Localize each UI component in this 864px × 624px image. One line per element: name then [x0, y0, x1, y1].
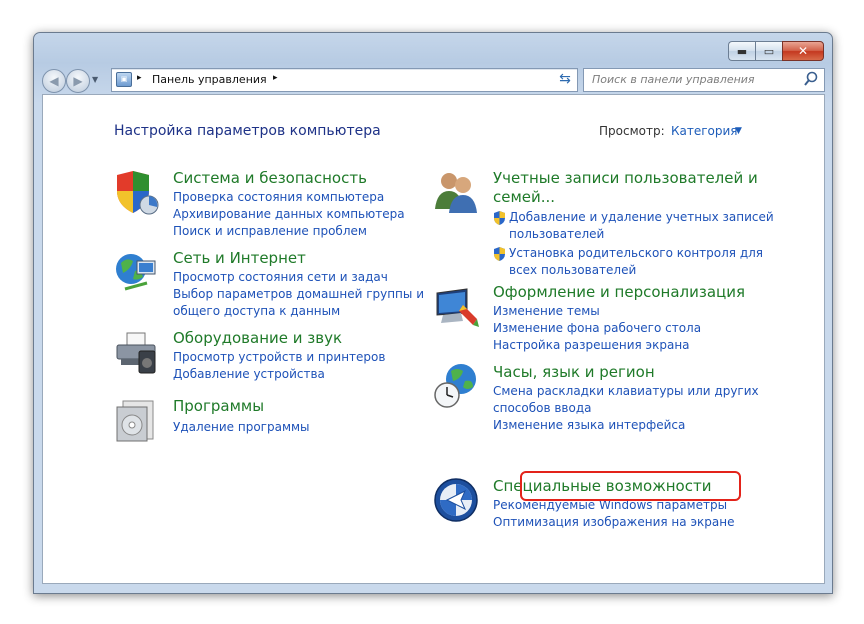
- accessibility-icon[interactable]: [433, 477, 479, 523]
- shield-icon[interactable]: [113, 169, 159, 215]
- category-title-line[interactable]: Учетные записи пользователей и: [493, 169, 758, 187]
- back-arrow-icon: ◀: [49, 74, 59, 88]
- programs-icon[interactable]: [113, 397, 159, 443]
- link-homegroup[interactable]: Выбор параметров домашней группы и: [173, 286, 424, 303]
- search-box[interactable]: Поиск в панели управления: [583, 68, 825, 92]
- address-bar[interactable]: ▣ ▸ Панель управления ▸ ▼: [111, 68, 622, 92]
- control-panel-window: ▬ ▭ ✕ ◀ ▶ ▼ ▣ ▸ Панель управления ▸ ▼ ⇆ …: [33, 32, 833, 594]
- link-screen-resolution[interactable]: Настройка разрешения экрана: [493, 337, 701, 354]
- close-button[interactable]: ✕: [782, 41, 824, 61]
- chevron-down-icon[interactable]: ▼: [735, 126, 742, 136]
- category-title[interactable]: Учетные записи пользователей и семей...: [493, 169, 758, 206]
- maximize-button[interactable]: ▭: [755, 41, 782, 61]
- category-title[interactable]: Оформление и персонализация: [493, 283, 745, 301]
- category-title[interactable]: Оборудование и звук: [173, 329, 342, 347]
- back-button[interactable]: ◀: [42, 69, 66, 93]
- recent-pages-dropdown[interactable]: ▼: [92, 75, 98, 84]
- uac-shield-icon: [494, 247, 505, 261]
- uac-shield-icon: [494, 211, 505, 225]
- category-title-line[interactable]: семей...: [493, 188, 758, 206]
- link-network-status[interactable]: Просмотр состояния сети и задач: [173, 269, 424, 286]
- link-change-background[interactable]: Изменение фона рабочего стола: [493, 320, 701, 337]
- clock-globe-icon[interactable]: [433, 363, 479, 409]
- breadcrumb-separator[interactable]: ▸: [137, 73, 142, 83]
- link-troubleshoot[interactable]: Поиск и исправление проблем: [173, 223, 405, 240]
- link-backup[interactable]: Архивирование данных компьютера: [173, 206, 405, 223]
- display-icon[interactable]: [433, 283, 479, 329]
- link-text[interactable]: всех пользователей: [509, 262, 774, 279]
- category-title[interactable]: Часы, язык и регион: [493, 363, 655, 381]
- link-devices-printers[interactable]: Просмотр устройств и принтеров: [173, 349, 385, 366]
- printer-icon[interactable]: [113, 329, 159, 375]
- link-keyboard-layout[interactable]: Смена раскладки клавиатуры или других: [493, 383, 759, 400]
- breadcrumb-control-panel[interactable]: Панель управления: [152, 73, 267, 86]
- link-optimize-display[interactable]: Оптимизация изображения на экране: [493, 514, 734, 531]
- search-input[interactable]: Поиск в панели управления: [592, 73, 755, 86]
- link-text[interactable]: Добавление и удаление учетных записей: [509, 209, 774, 226]
- view-mode-dropdown[interactable]: Категория: [671, 124, 738, 138]
- link-add-device[interactable]: Добавление устройства: [173, 366, 385, 383]
- link-add-remove-accounts[interactable]: Добавление и удаление учетных записей по…: [493, 209, 774, 243]
- control-panel-icon: ▣: [116, 72, 132, 87]
- highlight-annotation: [520, 471, 741, 501]
- refresh-button[interactable]: ⇆: [554, 69, 576, 89]
- users-icon[interactable]: [433, 169, 479, 215]
- link-parental-control[interactable]: Установка родительского контроля для все…: [493, 245, 774, 279]
- link-check-status[interactable]: Проверка состояния компьютера: [173, 189, 405, 206]
- link-homegroup-cont[interactable]: общего доступа к данным: [173, 303, 424, 320]
- forward-button[interactable]: ▶: [66, 69, 90, 93]
- breadcrumb-separator[interactable]: ▸: [273, 73, 278, 83]
- link-text[interactable]: пользователей: [509, 226, 774, 243]
- link-text[interactable]: Установка родительского контроля для: [509, 245, 774, 262]
- category-title[interactable]: Сеть и Интернет: [173, 249, 306, 267]
- search-icon[interactable]: [802, 70, 820, 88]
- minimize-button[interactable]: ▬: [728, 41, 755, 61]
- link-uninstall-program[interactable]: Удаление программы: [173, 419, 310, 436]
- content-pane: Настройка параметров компьютера Просмотр…: [42, 94, 825, 584]
- link-change-theme[interactable]: Изменение темы: [493, 303, 701, 320]
- category-title[interactable]: Система и безопасность: [173, 169, 367, 187]
- page-title: Настройка параметров компьютера: [114, 123, 381, 139]
- caption-buttons: ▬ ▭ ✕: [728, 41, 824, 61]
- view-label: Просмотр:: [599, 124, 665, 138]
- link-keyboard-layout-cont[interactable]: способов ввода: [493, 400, 759, 417]
- refresh-icon: ⇆: [559, 71, 571, 87]
- category-title[interactable]: Программы: [173, 397, 264, 415]
- forward-arrow-icon: ▶: [73, 74, 83, 88]
- link-display-language[interactable]: Изменение языка интерфейса: [493, 417, 759, 434]
- globe-network-icon[interactable]: [113, 249, 159, 295]
